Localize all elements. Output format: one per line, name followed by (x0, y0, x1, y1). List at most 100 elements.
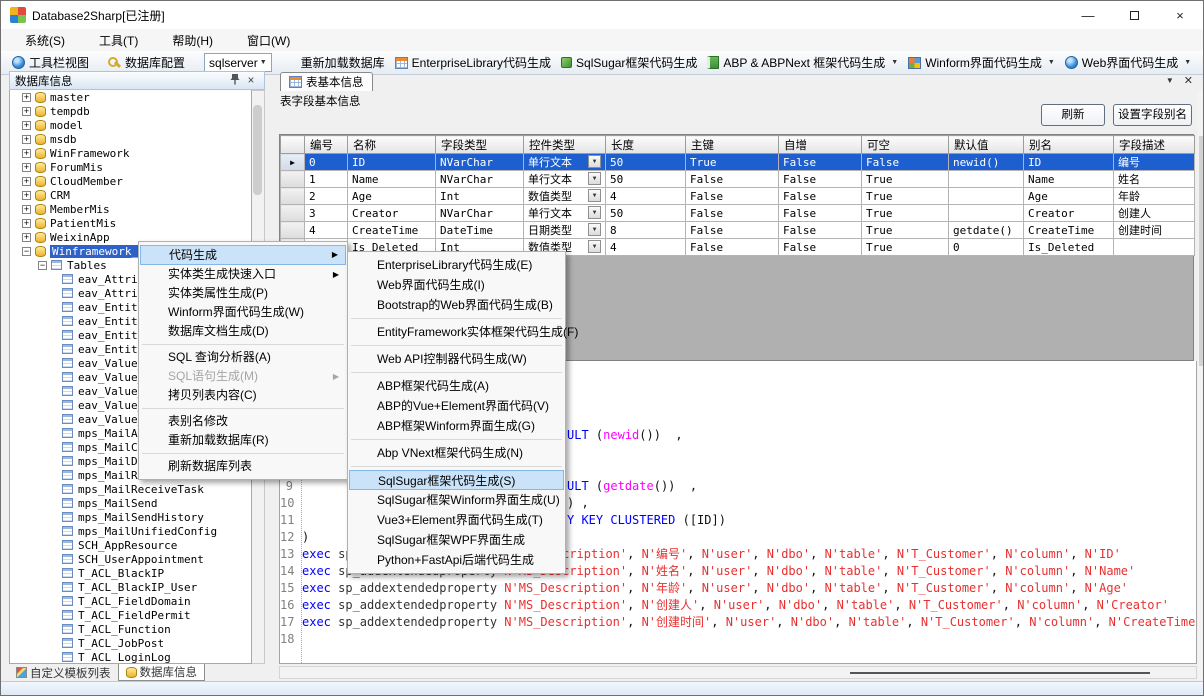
grid-cell[interactable]: False (779, 239, 862, 256)
sqlsugar-codegen-button[interactable]: SqlSugar框架代码生成 (556, 52, 702, 73)
grid-cell[interactable]: ▼日期类型 (524, 222, 606, 239)
context-menu-item-winform-ui-generation[interactable]: Winform界面代码生成(W) (140, 303, 346, 322)
grid-cell[interactable]: getdate() (949, 222, 1024, 239)
submenu-item-sqlsugar-wpf-codegen[interactable]: SqlSugar框架WPF界面生成 (349, 530, 564, 550)
abp-abpnext-codegen-button[interactable]: ABP & ABPNext 框架代码生成▼ (702, 52, 903, 73)
grid-cell[interactable]: False (686, 205, 779, 222)
grid-cell[interactable]: True (862, 205, 949, 222)
document-tab[interactable]: 表基本信息 (280, 72, 373, 91)
expander-icon[interactable]: + (22, 219, 31, 228)
grid-cell[interactable]: False (779, 154, 862, 171)
grid-cell[interactable]: Name (348, 171, 436, 188)
grid-cell[interactable]: 年龄 (1114, 188, 1195, 205)
grid-cell[interactable]: Creator (348, 205, 436, 222)
tree-item-database[interactable]: +MemberMis (10, 202, 251, 216)
grid-cell[interactable]: 创建时间 (1114, 222, 1195, 239)
context-menu-item-table-alias-modify[interactable]: 表别名修改 (140, 412, 346, 431)
grid-header-cell[interactable]: 主键 (686, 136, 779, 154)
grid-cell[interactable]: False (779, 205, 862, 222)
tree-item-database[interactable]: +model (10, 118, 251, 132)
grid-header-cell[interactable]: 字段描述 (1114, 136, 1195, 154)
context-menu-item-database-doc-generation[interactable]: 数据库文档生成(D) (140, 322, 346, 341)
expander-icon[interactable]: + (22, 107, 31, 116)
grid-cell[interactable]: Age (348, 188, 436, 205)
grid-cell[interactable]: DateTime (436, 222, 524, 239)
winform-codegen-button[interactable]: Winform界面代码生成▼ (903, 52, 1060, 73)
toolbar-view-button[interactable]: 工具栏视图 (7, 52, 94, 73)
grid-cell[interactable]: False (686, 239, 779, 256)
grid-cell[interactable]: Int (436, 188, 524, 205)
tree-item-table[interactable]: mps_MailReceiveTask (10, 482, 251, 496)
grid-cell[interactable]: newid() (949, 154, 1024, 171)
expander-icon[interactable]: − (38, 261, 47, 270)
grid-header-cell[interactable]: 可空 (862, 136, 949, 154)
maximize-button[interactable] (1111, 1, 1157, 29)
tree-item-table[interactable]: mps_MailUnifiedConfig (10, 524, 251, 538)
grid-header-cell[interactable]: 编号 (305, 136, 348, 154)
grid-cell[interactable]: ▼数值类型 (524, 188, 606, 205)
expander-icon[interactable]: + (22, 121, 31, 130)
grid-header-cell[interactable]: 控件类型 (524, 136, 606, 154)
grid-cell[interactable] (1114, 239, 1195, 256)
tree-item-table[interactable]: T_ACL_JobPost (10, 636, 251, 650)
tree-item-database[interactable]: +CRM (10, 188, 251, 202)
grid-cell[interactable]: False (779, 188, 862, 205)
vertical-scrollbar[interactable] (1198, 91, 1204, 679)
database-type-combobox[interactable]: sqlserver▼ (204, 53, 272, 72)
grid-cell[interactable]: Name (1024, 171, 1114, 188)
panel-close-icon[interactable]: × (243, 75, 259, 87)
grid-cell[interactable]: False (686, 222, 779, 239)
grid-header-cell[interactable]: 字段类型 (436, 136, 524, 154)
tree-item-table[interactable]: T_ACL_BlackIP_User (10, 580, 251, 594)
grid-cell[interactable]: 4 (305, 222, 348, 239)
grid-row[interactable]: 4CreateTimeDateTime▼日期类型8FalseFalseTrueg… (281, 222, 1195, 239)
grid-cell[interactable]: ▼单行文本 (524, 154, 606, 171)
grid-cell[interactable]: ▼单行文本 (524, 205, 606, 222)
submenu-item-abp-winform-codegen[interactable]: ABP框架Winform界面生成(G) (349, 416, 564, 436)
context-menu-item-reload-database[interactable]: 重新加载数据库(R) (140, 431, 346, 450)
menu-system[interactable]: 系统(S) (15, 30, 75, 51)
context-menu-item-sql-query-analyzer[interactable]: SQL 查询分析器(A) (140, 348, 346, 367)
submenu-item-web-ui-codegen[interactable]: Web界面代码生成(I) (349, 275, 564, 295)
grid-header-cell[interactable]: 长度 (606, 136, 686, 154)
tree-item-database[interactable]: +ForumMis (10, 160, 251, 174)
grid-cell[interactable]: False (686, 188, 779, 205)
set-field-alias-button[interactable]: 设置字段别名 (1113, 104, 1192, 126)
submenu-item-entityframework-codegen[interactable]: EntityFramework实体框架代码生成(F) (349, 322, 564, 342)
db-config-button[interactable]: 数据库配置 (102, 52, 190, 73)
menu-window[interactable]: 窗口(W) (237, 30, 300, 51)
submenu-item-abp-vue-element-codegen[interactable]: ABP的Vue+Element界面代码(V) (349, 396, 564, 416)
tree-item-table[interactable]: SCH_UserAppointment (10, 552, 251, 566)
grid-cell[interactable]: True (862, 222, 949, 239)
grid-cell[interactable]: 编号 (1114, 154, 1195, 171)
submenu-item-sqlsugar-winform-codegen[interactable]: SqlSugar框架Winform界面生成(U) (349, 490, 564, 510)
grid-cell[interactable]: Is_Deleted (1024, 239, 1114, 256)
context-menu-item-copy-list-content[interactable]: 拷贝列表内容(C) (140, 386, 346, 405)
control-type-dropdown[interactable]: ▼ (588, 206, 601, 219)
grid-cell[interactable]: False (779, 222, 862, 239)
submenu-item-sqlsugar-codegen[interactable]: SqlSugar框架代码生成(S) (349, 470, 564, 490)
context-menu-item-refresh-database-list[interactable]: 刷新数据库列表 (140, 457, 346, 476)
control-type-dropdown[interactable]: ▼ (588, 155, 601, 168)
grid-cell[interactable]: 姓名 (1114, 171, 1195, 188)
expander-icon[interactable]: + (22, 205, 31, 214)
grid-cell[interactable]: False (686, 171, 779, 188)
context-menu-item-entity-quick-entry[interactable]: 实体类生成快速入口▶ (140, 265, 346, 284)
grid-cell[interactable]: False (779, 171, 862, 188)
tree-item-table[interactable]: T_ACL_FieldPermit (10, 608, 251, 622)
grid-cell[interactable]: 0 (949, 239, 1024, 256)
tree-item-table[interactable]: mps_MailSend (10, 496, 251, 510)
tree-item-table[interactable]: T_ACL_LoginLog (10, 650, 251, 664)
tree-item-database[interactable]: +CloudMember (10, 174, 251, 188)
pin-icon[interactable] (227, 73, 243, 88)
grid-cell[interactable]: True (862, 239, 949, 256)
grid-cell[interactable]: 50 (606, 154, 686, 171)
submenu-item-vue3-element-codegen[interactable]: Vue3+Element界面代码生成(T) (349, 510, 564, 530)
web-codegen-button[interactable]: Web界面代码生成▼ (1060, 52, 1196, 73)
grid-header-cell[interactable]: 名称 (348, 136, 436, 154)
expander-icon[interactable]: − (22, 247, 31, 256)
tree-item-table[interactable]: T_ACL_BlackIP (10, 566, 251, 580)
grid-cell[interactable] (949, 205, 1024, 222)
grid-cell[interactable]: 4 (606, 188, 686, 205)
tree-item-database[interactable]: +PatientMis (10, 216, 251, 230)
